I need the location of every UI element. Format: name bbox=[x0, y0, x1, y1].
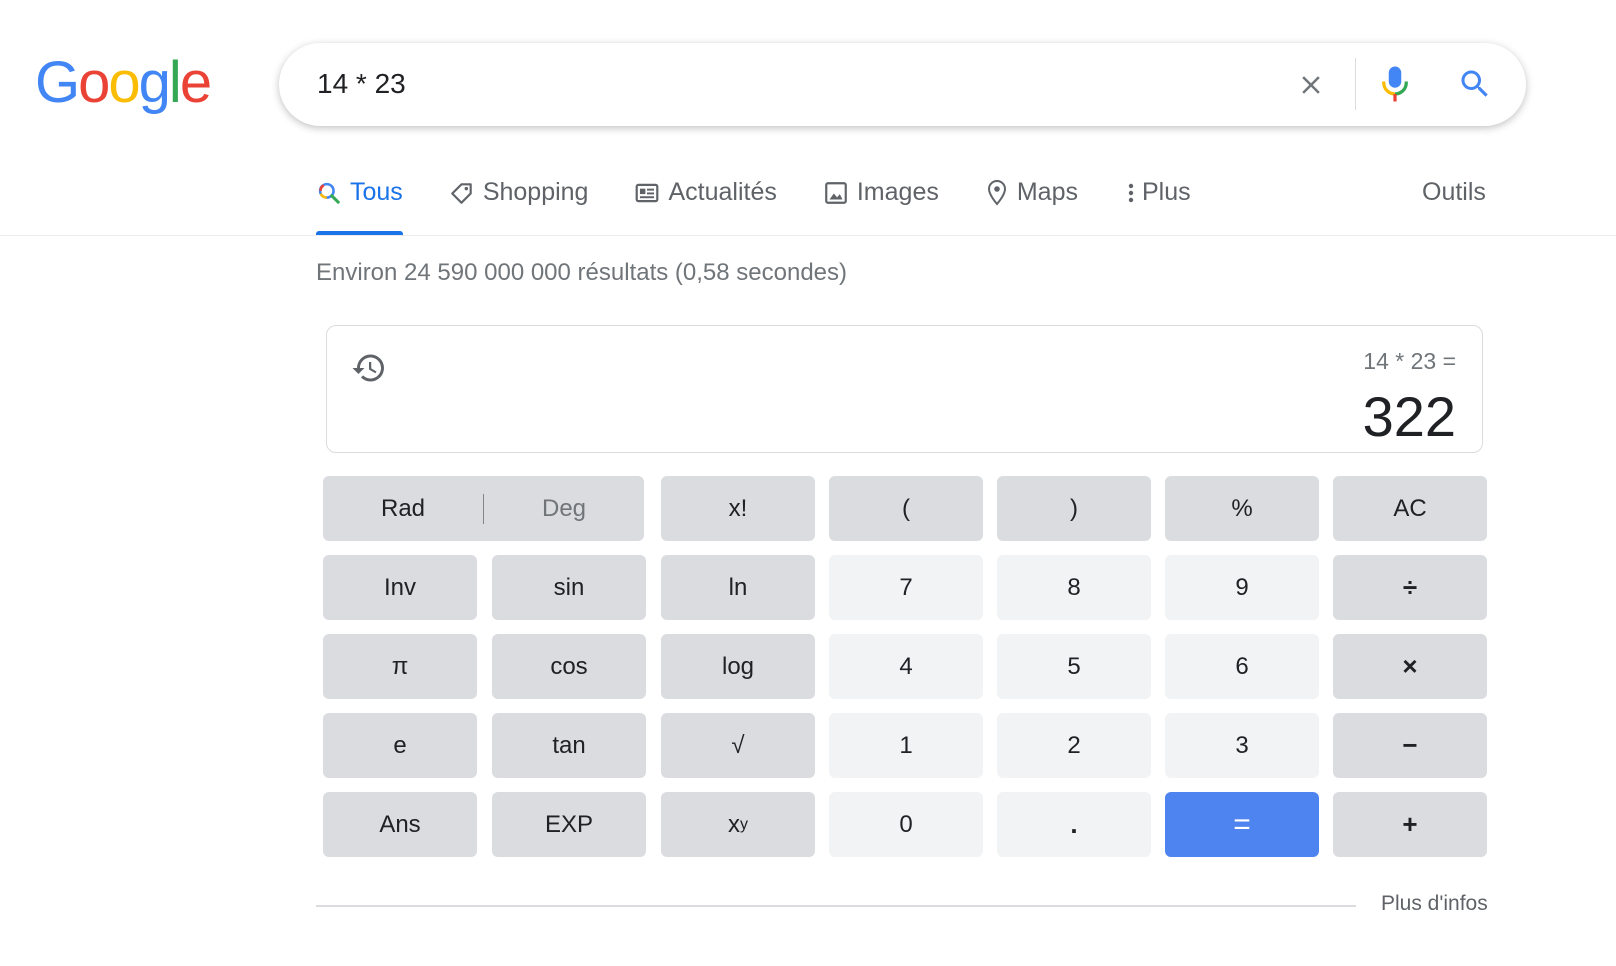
tag-icon bbox=[449, 178, 475, 208]
tools-button[interactable]: Outils bbox=[1422, 178, 1486, 207]
tab-plus[interactable]: Plus bbox=[1124, 172, 1191, 236]
decimal-key[interactable]: . bbox=[997, 792, 1151, 857]
google-logo[interactable]: Google bbox=[35, 50, 212, 115]
digit-3-key[interactable]: 3 bbox=[1165, 713, 1319, 778]
tab-actualites[interactable]: Actualités bbox=[634, 172, 777, 236]
logo-letter: l bbox=[168, 50, 182, 115]
logo-letter: e bbox=[179, 50, 212, 115]
ans-key[interactable]: Ans bbox=[323, 792, 477, 857]
newspaper-icon bbox=[634, 178, 660, 208]
search-icon bbox=[316, 178, 342, 208]
factorial-key[interactable]: x! bbox=[661, 476, 815, 541]
history-button[interactable] bbox=[347, 346, 391, 390]
digit-6-key[interactable]: 6 bbox=[1165, 634, 1319, 699]
digit-1-key[interactable]: 1 bbox=[829, 713, 983, 778]
search-tabs: Tous Shopping Actualités Images Maps Plu… bbox=[316, 172, 1237, 236]
inv-key[interactable]: Inv bbox=[323, 555, 477, 620]
clear-key[interactable]: AC bbox=[1333, 476, 1487, 541]
equals-key[interactable]: = bbox=[1165, 792, 1319, 857]
minus-key[interactable]: − bbox=[1333, 713, 1487, 778]
result-stats: Environ 24 590 000 000 résultats (0,58 s… bbox=[316, 259, 848, 286]
plus-key[interactable]: + bbox=[1333, 792, 1487, 857]
mic-icon bbox=[1382, 66, 1408, 102]
more-info-link[interactable]: Plus d'infos bbox=[1381, 892, 1488, 916]
deg-button[interactable]: Deg bbox=[484, 476, 644, 541]
tabs-divider bbox=[0, 235, 1616, 236]
digit-0-key[interactable]: 0 bbox=[829, 792, 983, 857]
tab-label: Actualités bbox=[668, 178, 777, 206]
divide-key[interactable]: ÷ bbox=[1333, 555, 1487, 620]
multiply-key[interactable]: × bbox=[1333, 634, 1487, 699]
tab-label: Plus bbox=[1141, 178, 1191, 206]
close-icon bbox=[1302, 76, 1320, 94]
exp-key[interactable]: EXP bbox=[492, 792, 646, 857]
open-paren-key[interactable]: ( bbox=[829, 476, 983, 541]
power-base: x bbox=[728, 810, 740, 838]
logo-letter: G bbox=[35, 50, 80, 115]
calculator-result: 322 bbox=[1362, 385, 1456, 448]
close-paren-key[interactable]: ) bbox=[997, 476, 1151, 541]
sin-key[interactable]: sin bbox=[492, 555, 646, 620]
image-icon bbox=[823, 178, 849, 208]
sqrt-key[interactable]: √ bbox=[661, 713, 815, 778]
pi-key[interactable]: π bbox=[323, 634, 477, 699]
map-pin-icon bbox=[985, 178, 1009, 208]
logo-letter: o bbox=[108, 50, 140, 115]
tab-label: Images bbox=[856, 178, 939, 206]
percent-key[interactable]: % bbox=[1165, 476, 1319, 541]
tab-label: Maps bbox=[1016, 178, 1078, 206]
log-key[interactable]: log bbox=[661, 634, 815, 699]
e-key[interactable]: e bbox=[323, 713, 477, 778]
tab-shopping[interactable]: Shopping bbox=[449, 172, 589, 236]
tab-label: Shopping bbox=[482, 178, 589, 206]
more-vert-icon bbox=[1124, 178, 1138, 208]
history-icon bbox=[352, 354, 384, 382]
ln-key[interactable]: ln bbox=[661, 555, 815, 620]
digit-5-key[interactable]: 5 bbox=[997, 634, 1151, 699]
search-input[interactable] bbox=[317, 63, 1217, 105]
cos-key[interactable]: cos bbox=[492, 634, 646, 699]
voice-search-button[interactable] bbox=[1372, 61, 1418, 107]
logo-letter: g bbox=[138, 50, 171, 115]
search-divider bbox=[1355, 58, 1356, 110]
search-icon bbox=[1461, 70, 1488, 97]
tab-tous[interactable]: Tous bbox=[316, 172, 403, 236]
footer-divider bbox=[316, 905, 1356, 907]
search-button[interactable] bbox=[1452, 61, 1498, 107]
search-box bbox=[279, 43, 1526, 126]
digit-8-key[interactable]: 8 bbox=[997, 555, 1151, 620]
power-key[interactable]: xy bbox=[661, 792, 815, 857]
logo-letter: o bbox=[78, 50, 110, 115]
tab-maps[interactable]: Maps bbox=[985, 172, 1078, 236]
tan-key[interactable]: tan bbox=[492, 713, 646, 778]
digit-4-key[interactable]: 4 bbox=[829, 634, 983, 699]
calculator-expression: 14 * 23 = bbox=[1363, 348, 1456, 374]
rad-button[interactable]: Rad bbox=[323, 476, 483, 541]
tab-images[interactable]: Images bbox=[823, 172, 939, 236]
digit-9-key[interactable]: 9 bbox=[1165, 555, 1319, 620]
digit-2-key[interactable]: 2 bbox=[997, 713, 1151, 778]
digit-7-key[interactable]: 7 bbox=[829, 555, 983, 620]
tab-label: Tous bbox=[350, 178, 403, 206]
rad-deg-toggle: Rad Deg bbox=[323, 476, 644, 541]
calculator-display: 14 * 23 = 322 bbox=[326, 325, 1483, 453]
clear-search-button[interactable] bbox=[1289, 63, 1333, 107]
